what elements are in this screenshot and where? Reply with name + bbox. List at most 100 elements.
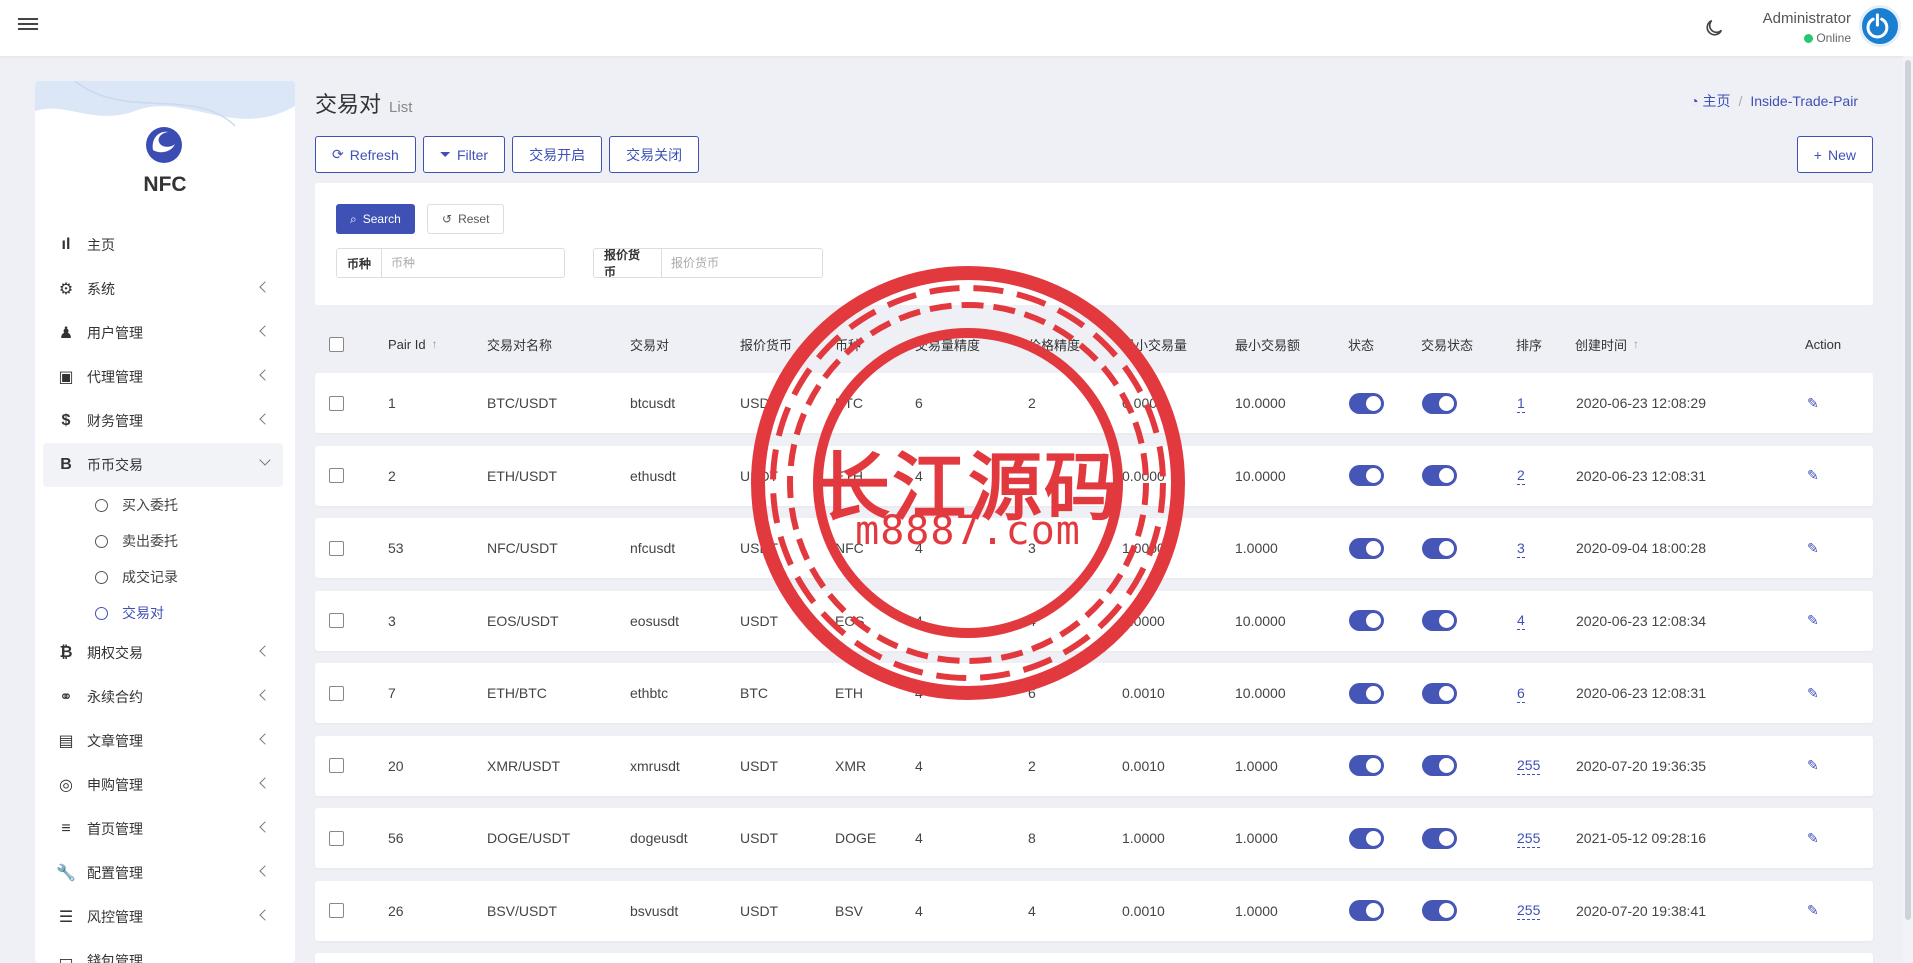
- trade-status-toggle[interactable]: [1422, 465, 1457, 486]
- refresh-button[interactable]: ⟳ Refresh: [315, 136, 416, 173]
- row-checkbox[interactable]: [329, 758, 344, 773]
- cell-pair-name: BSV/USDT: [487, 902, 558, 919]
- user-info[interactable]: Administrator Online: [1763, 10, 1851, 45]
- list-ul-icon: ☰: [58, 909, 74, 926]
- trade-status-toggle[interactable]: [1422, 755, 1457, 776]
- status-toggle[interactable]: [1349, 682, 1384, 704]
- edit-icon[interactable]: ✎: [1807, 685, 1819, 702]
- trade-status-toggle[interactable]: [1422, 827, 1457, 849]
- hamburger-menu-icon[interactable]: [18, 15, 38, 35]
- cell-pair-symbol: ethusdt: [630, 467, 676, 484]
- sidebar-item-risk[interactable]: ☰ 风控管理: [43, 895, 283, 939]
- sidebar-item-agents[interactable]: ▣ 代理管理: [43, 355, 283, 399]
- col-amount-precision: 交易量精度: [915, 337, 981, 353]
- sidebar-item-finance[interactable]: $ 财务管理: [43, 399, 283, 443]
- col-pair-name: 交易对名称: [487, 337, 553, 353]
- trade-status-toggle[interactable]: [1422, 537, 1457, 559]
- sidebar-item-users[interactable]: ♟ 用户管理: [43, 311, 283, 355]
- edit-icon[interactable]: ✎: [1807, 395, 1819, 412]
- sidebar-subitem-trade-pairs[interactable]: 交易对: [43, 595, 283, 631]
- sidebar-item-wallet[interactable]: ▭ 錢包管理: [43, 939, 283, 963]
- edit-icon[interactable]: ✎: [1807, 830, 1819, 847]
- reset-button[interactable]: ↺ Reset: [427, 204, 505, 234]
- trade-status-toggle[interactable]: [1422, 610, 1457, 631]
- row-checkbox[interactable]: [329, 468, 344, 483]
- row-checkbox[interactable]: [329, 830, 344, 846]
- cell-amount-precision: 4: [915, 830, 923, 846]
- coin-input[interactable]: [382, 249, 563, 277]
- trade-status-toggle[interactable]: [1422, 392, 1457, 414]
- sidebar-item-home[interactable]: ıl 主页: [43, 223, 283, 267]
- col-pair-id[interactable]: Pair Id ↑: [388, 319, 438, 369]
- status-toggle[interactable]: [1349, 465, 1384, 486]
- sidebar-item-config[interactable]: 🔧 配置管理: [43, 851, 283, 895]
- cell-pair-id: 3: [388, 612, 396, 629]
- cell-price-precision: 4: [1028, 612, 1036, 629]
- col-sort: 排序: [1516, 337, 1543, 353]
- select-all-checkbox[interactable]: [329, 336, 344, 352]
- dark-mode-moon-icon[interactable]: [1703, 17, 1725, 39]
- cell-created: 2020-06-23 12:08:31: [1576, 685, 1706, 701]
- row-checkbox[interactable]: [329, 613, 344, 628]
- trade-status-toggle[interactable]: [1422, 900, 1457, 921]
- cell-sort-editable[interactable]: 3: [1517, 539, 1525, 558]
- status-toggle[interactable]: [1349, 755, 1384, 776]
- row-checkbox[interactable]: [329, 395, 344, 411]
- cell-amount-precision: 4: [915, 467, 923, 484]
- row-checkbox[interactable]: [329, 685, 344, 701]
- cell-sort-editable[interactable]: 4: [1517, 611, 1525, 630]
- sidebar-item-coin-trading[interactable]: B 币币交易: [43, 443, 283, 487]
- sidebar-item-homepage[interactable]: ≡ 首页管理: [43, 807, 283, 851]
- status-toggle[interactable]: [1349, 392, 1384, 414]
- cell-amount-precision: 4: [915, 612, 923, 629]
- col-quote: 报价货币: [740, 337, 793, 353]
- status-toggle[interactable]: [1349, 610, 1384, 631]
- col-created[interactable]: 创建时间 ↑: [1575, 319, 1639, 369]
- cell-sort-editable[interactable]: 2: [1517, 466, 1525, 485]
- cell-coin: BSV: [835, 902, 864, 919]
- quote-input[interactable]: [662, 249, 822, 277]
- cell-sort-editable[interactable]: 6: [1517, 684, 1525, 703]
- status-toggle[interactable]: [1349, 827, 1384, 849]
- search-button[interactable]: ⌕ Search: [336, 204, 415, 234]
- cell-min-amount: 1.0000: [1122, 830, 1165, 846]
- sidebar-item-perpetual[interactable]: ⚭ 永续合约: [43, 675, 283, 719]
- avatar[interactable]: [1859, 5, 1901, 47]
- row-checkbox[interactable]: [329, 540, 344, 556]
- sidebar-subitem-sell-orders[interactable]: 卖出委托: [43, 523, 283, 559]
- col-status: 状态: [1348, 337, 1375, 353]
- sidebar-item-options[interactable]: ₿ 期权交易: [43, 631, 283, 675]
- sidebar-item-articles[interactable]: ▤ 文章管理: [43, 719, 283, 763]
- breadcrumb-home[interactable]: 主页: [1702, 93, 1730, 109]
- chevron-left-icon: [259, 281, 271, 293]
- row-checkbox[interactable]: [329, 903, 344, 918]
- sidebar-subitem-trade-records[interactable]: 成交记录: [43, 559, 283, 595]
- new-button[interactable]: + New: [1796, 136, 1873, 173]
- cell-price-precision: 3: [1028, 540, 1036, 556]
- table-row: 26 BSV/USDT bsvusdt USDT BSV 4 4 0.0010 1.0000 25…: [315, 880, 1873, 941]
- edit-icon[interactable]: ✎: [1807, 612, 1819, 629]
- edit-icon[interactable]: ✎: [1807, 467, 1819, 484]
- status-toggle[interactable]: [1349, 537, 1384, 559]
- edit-icon[interactable]: ✎: [1807, 902, 1819, 919]
- sidebar-subitem-buy-orders[interactable]: 买入委托: [43, 487, 283, 523]
- breadcrumb: ◔ 主页 / Inside-Trade-Pair: [1690, 93, 1858, 109]
- close-trade-button[interactable]: 交易关闭: [609, 136, 700, 173]
- cell-sort-editable[interactable]: 255: [1517, 829, 1541, 848]
- edit-icon[interactable]: ✎: [1807, 540, 1819, 557]
- trade-status-toggle[interactable]: [1422, 682, 1457, 704]
- sidebar-item-system[interactable]: ⚙ 系统: [43, 267, 283, 311]
- open-trade-button[interactable]: 交易开启: [512, 136, 603, 173]
- sidebar-item-subscription[interactable]: ◎ 申购管理: [43, 763, 283, 807]
- cell-sort-editable[interactable]: 1: [1517, 394, 1525, 413]
- page-scrollbar[interactable]: [1903, 56, 1913, 963]
- cell-sort-editable[interactable]: 255: [1517, 901, 1541, 920]
- cell-pair-id: 2: [388, 467, 396, 484]
- filter-button[interactable]: ⏷ Filter: [422, 136, 506, 173]
- cell-amount-precision: 4: [915, 757, 923, 774]
- status-toggle[interactable]: [1349, 900, 1384, 921]
- top-bar: Administrator Online: [0, 0, 1913, 56]
- chevron-left-icon: [259, 689, 271, 701]
- edit-icon[interactable]: ✎: [1807, 757, 1819, 774]
- cell-sort-editable[interactable]: 255: [1517, 756, 1541, 775]
